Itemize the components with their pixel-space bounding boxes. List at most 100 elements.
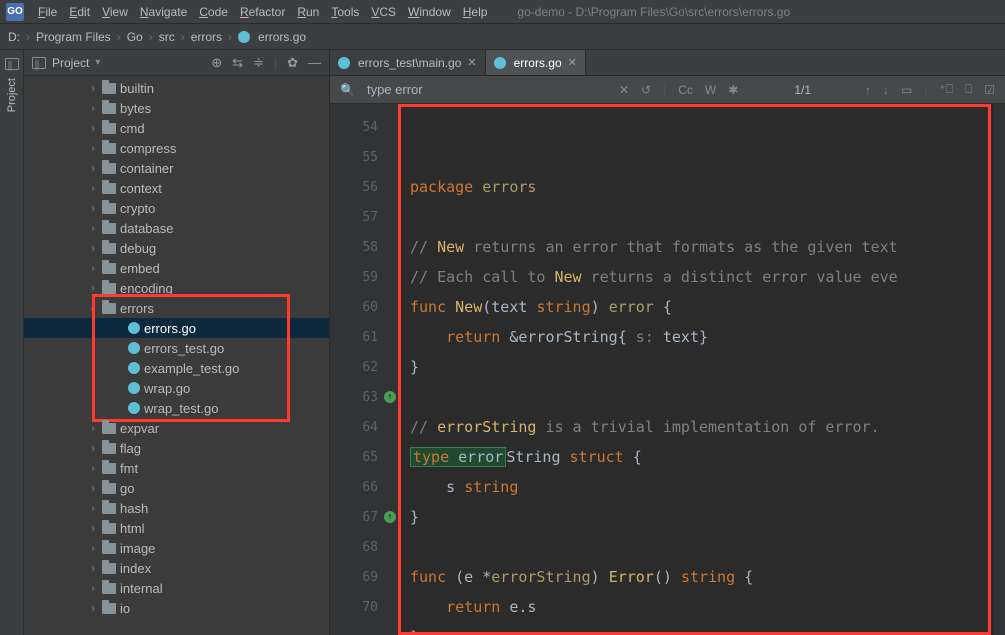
file-errors_test.go[interactable]: errors_test.go <box>24 338 329 358</box>
breadcrumb-item[interactable]: Program Files <box>36 30 111 44</box>
breadcrumb-item[interactable]: D: <box>8 30 20 44</box>
folder-database[interactable]: ›database <box>24 218 329 238</box>
hide-icon[interactable]: — <box>308 55 321 70</box>
tree-twisty[interactable]: › <box>88 563 98 574</box>
tree-twisty[interactable]: › <box>88 163 98 174</box>
menu-code[interactable]: Code <box>193 3 234 21</box>
code-line[interactable]: } <box>410 622 993 635</box>
prev-match-icon[interactable]: ↑ <box>865 83 871 97</box>
tree-twisty[interactable]: › <box>88 103 98 114</box>
code-line[interactable]: package errors <box>410 172 993 202</box>
folder-encoding[interactable]: ›encoding <box>24 278 329 298</box>
code-line[interactable] <box>410 202 993 232</box>
tree-twisty[interactable]: › <box>88 283 98 294</box>
folder-flag[interactable]: ›flag <box>24 438 329 458</box>
breadcrumb-item[interactable]: Go <box>127 30 143 44</box>
tree-twisty[interactable]: ⌄ <box>88 303 98 314</box>
code-line[interactable] <box>410 532 993 562</box>
tree-twisty[interactable]: › <box>88 603 98 614</box>
code-editor[interactable]: 54555657585960616263↑64656667↑686970 pac… <box>330 104 1005 635</box>
breadcrumb-item[interactable]: src <box>159 30 175 44</box>
menu-file[interactable]: File <box>32 3 63 21</box>
tab-close-icon[interactable]: ✕ <box>467 56 476 69</box>
code-line[interactable]: func New(text string) error { <box>410 292 993 322</box>
tree-twisty[interactable]: › <box>88 543 98 554</box>
menu-run[interactable]: Run <box>291 3 325 21</box>
find-input[interactable] <box>367 82 607 97</box>
add-selection-icon[interactable]: ⁺⎕ <box>939 82 953 97</box>
folder-builtin[interactable]: ›builtin <box>24 78 329 98</box>
tab-errors-go[interactable]: errors.go✕ <box>486 50 586 75</box>
file-wrap_test.go[interactable]: wrap_test.go <box>24 398 329 418</box>
code-line[interactable]: type errorString struct { <box>410 442 993 472</box>
tree-twisty[interactable]: › <box>88 223 98 234</box>
menu-edit[interactable]: Edit <box>63 3 96 21</box>
project-tool-icon[interactable] <box>5 58 19 70</box>
code-line[interactable]: return e.s <box>410 592 993 622</box>
menu-tools[interactable]: Tools <box>325 3 365 21</box>
folder-bytes[interactable]: ›bytes <box>24 98 329 118</box>
scrollbar-right[interactable] <box>993 104 1005 635</box>
code-line[interactable]: func (e *errorString) Error() string { <box>410 562 993 592</box>
code-line[interactable]: } <box>410 502 993 532</box>
select-occurrences-icon[interactable]: ☑ <box>984 83 995 97</box>
code-line[interactable] <box>410 382 993 412</box>
folder-errors[interactable]: ⌄errors <box>24 298 329 318</box>
tree-twisty[interactable]: › <box>88 463 98 474</box>
folder-image[interactable]: ›image <box>24 538 329 558</box>
clear-icon[interactable]: ✕ <box>619 83 629 97</box>
tree-twisty[interactable]: › <box>88 83 98 94</box>
tree-twisty[interactable]: › <box>88 523 98 534</box>
remove-selection-icon[interactable]: ⎕ <box>965 82 972 97</box>
tree-twisty[interactable]: › <box>88 243 98 254</box>
gutter-mark-icon[interactable]: ↑ <box>384 511 396 523</box>
code-line[interactable]: // errorString is a trivial implementati… <box>410 412 993 442</box>
select-all-icon[interactable]: ▭ <box>901 83 912 97</box>
sidebar-title[interactable]: Project ▾ <box>32 56 201 70</box>
project-tree[interactable]: ›builtin›bytes›cmd›compress›container›co… <box>24 76 329 635</box>
tree-twisty[interactable]: › <box>88 263 98 274</box>
folder-internal[interactable]: ›internal <box>24 578 329 598</box>
gutter-mark-icon[interactable]: ↑ <box>384 391 396 403</box>
breadcrumb-item[interactable]: errors.go <box>258 30 306 44</box>
match-case-toggle[interactable]: Cc <box>678 83 693 97</box>
folder-html[interactable]: ›html <box>24 518 329 538</box>
code-line[interactable]: // New returns an error that formats as … <box>410 232 993 262</box>
code-line[interactable]: // Each call to New returns a distinct e… <box>410 262 993 292</box>
tree-twisty[interactable]: › <box>88 503 98 514</box>
tree-twisty[interactable]: › <box>88 183 98 194</box>
regex-toggle[interactable]: ✱ <box>728 83 738 97</box>
target-icon[interactable]: ⊕ <box>211 55 222 71</box>
expand-icon[interactable]: ≑ <box>253 55 264 71</box>
folder-cmd[interactable]: ›cmd <box>24 118 329 138</box>
tab-close-icon[interactable]: ✕ <box>568 56 577 69</box>
menu-navigate[interactable]: Navigate <box>134 3 193 21</box>
menu-window[interactable]: Window <box>402 3 457 21</box>
code-line[interactable]: return &errorString{ s: text} <box>410 322 993 352</box>
file-wrap.go[interactable]: wrap.go <box>24 378 329 398</box>
folder-debug[interactable]: ›debug <box>24 238 329 258</box>
folder-container[interactable]: ›container <box>24 158 329 178</box>
menu-help[interactable]: Help <box>457 3 494 21</box>
code-line[interactable]: } <box>410 352 993 382</box>
tree-twisty[interactable]: › <box>88 123 98 134</box>
folder-fmt[interactable]: ›fmt <box>24 458 329 478</box>
next-match-icon[interactable]: ↓ <box>883 83 889 97</box>
project-tool-label[interactable]: Project <box>6 74 18 116</box>
breadcrumb-item[interactable]: errors <box>191 30 222 44</box>
tree-twisty[interactable]: › <box>88 583 98 594</box>
menu-refactor[interactable]: Refactor <box>234 3 291 21</box>
tab-errors_test-main-go[interactable]: errors_test\main.go✕ <box>330 50 486 75</box>
file-example_test.go[interactable]: example_test.go <box>24 358 329 378</box>
folder-index[interactable]: ›index <box>24 558 329 578</box>
tree-twisty[interactable]: › <box>88 203 98 214</box>
folder-compress[interactable]: ›compress <box>24 138 329 158</box>
folder-io[interactable]: ›io <box>24 598 329 618</box>
collapse-icon[interactable]: ⇆ <box>232 55 243 71</box>
folder-expvar[interactable]: ›expvar <box>24 418 329 438</box>
file-errors.go[interactable]: errors.go <box>24 318 329 338</box>
folder-embed[interactable]: ›embed <box>24 258 329 278</box>
folder-crypto[interactable]: ›crypto <box>24 198 329 218</box>
tree-twisty[interactable]: › <box>88 423 98 434</box>
tree-twisty[interactable]: › <box>88 483 98 494</box>
